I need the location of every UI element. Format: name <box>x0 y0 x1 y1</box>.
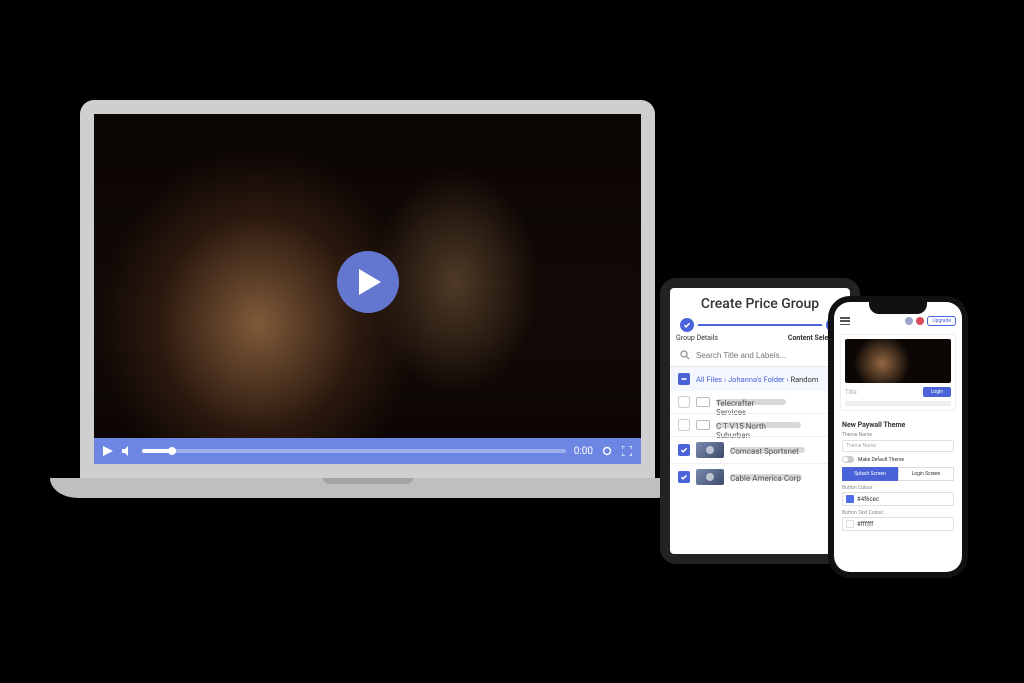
theme-name-label: Theme Name <box>842 432 954 438</box>
button-text-colour-label: Button Text Colour <box>842 510 954 516</box>
seek-track[interactable] <box>142 449 566 453</box>
breadcrumb-root[interactable]: All Files <box>696 375 722 384</box>
paywall-theme-section: New Paywall Theme Theme Name Theme Name … <box>834 417 962 535</box>
page-title: Create Price Group <box>670 288 850 316</box>
laptop-device: 0:00 <box>80 100 655 498</box>
item-label: Cable America Corp <box>730 474 802 480</box>
item-label: Comcast Sportsnet <box>730 447 805 453</box>
preview-placeholder-line <box>845 401 951 406</box>
section-title: New Paywall Theme <box>842 421 954 429</box>
row-checkbox[interactable] <box>678 396 690 408</box>
row-checkbox[interactable] <box>678 419 690 431</box>
folder-icon <box>696 397 710 407</box>
phone-header: Upgrade <box>834 314 962 328</box>
play-icon <box>359 269 381 295</box>
time-elapsed: 0:00 <box>574 446 593 457</box>
status-dot-icon <box>905 317 913 325</box>
list-item[interactable]: Comcast Sportsnet <box>670 436 850 463</box>
search-row <box>670 346 850 366</box>
list-item[interactable]: C T V15 North Suburban <box>670 413 850 436</box>
step-connector <box>698 324 822 326</box>
play-button[interactable] <box>337 251 399 313</box>
default-theme-toggle[interactable] <box>842 456 854 463</box>
button-colour-input[interactable]: #4f6cec <box>842 492 954 506</box>
preview-thumbnail <box>845 339 951 383</box>
select-all-checkbox[interactable] <box>678 373 690 385</box>
breadcrumb: All Files › Johanna's Folder › Random <box>670 367 850 391</box>
upgrade-button[interactable]: Upgrade <box>927 316 956 326</box>
laptop-bezel: 0:00 <box>80 100 655 478</box>
tablet-screen: Create Price Group 2 Group Details Conte… <box>670 288 850 554</box>
fullscreen-icon[interactable] <box>621 445 633 457</box>
list-item[interactable]: Telecrafter Services <box>670 391 850 413</box>
breadcrumb-current: Random <box>790 375 818 384</box>
row-checkbox[interactable] <box>678 444 690 456</box>
preview-card: Title Login <box>840 334 956 411</box>
laptop-base <box>50 478 685 498</box>
default-theme-label: Make Default Theme <box>858 457 904 463</box>
volume-icon[interactable] <box>122 445 134 457</box>
play-small-icon[interactable] <box>102 445 114 457</box>
video-thumbnail <box>696 469 724 485</box>
row-checkbox[interactable] <box>678 471 690 483</box>
phone-device: Upgrade Title Login New Paywall Theme Th… <box>828 296 968 578</box>
breadcrumb-folder[interactable]: Johanna's Folder <box>728 375 784 384</box>
button-colour-value: #4f6cec <box>857 496 879 503</box>
colour-swatch <box>846 520 854 528</box>
tab-splash[interactable]: Splash Screen <box>842 467 898 481</box>
screen-tabs: Splash Screen Login Screen <box>842 467 954 481</box>
tab-login[interactable]: Login Screen <box>898 467 954 481</box>
item-label: Telecrafter Services <box>716 399 786 405</box>
button-colour-label: Button Colour <box>842 485 954 491</box>
button-text-colour-value: #ffffff <box>857 521 873 528</box>
step-one-dot[interactable] <box>680 318 694 332</box>
preview-title-label: Title <box>845 389 857 396</box>
login-button[interactable]: Login <box>923 387 951 397</box>
video-player: 0:00 <box>94 114 641 464</box>
video-thumbnail <box>696 442 724 458</box>
settings-icon[interactable] <box>601 445 613 457</box>
notification-dot-icon <box>916 317 924 325</box>
button-text-colour-input[interactable]: #ffffff <box>842 517 954 531</box>
theme-name-input[interactable]: Theme Name <box>842 440 954 452</box>
item-label: C T V15 North Suburban <box>716 422 801 428</box>
video-controls: 0:00 <box>94 438 641 464</box>
menu-icon[interactable] <box>840 317 850 325</box>
search-icon <box>680 350 690 360</box>
phone-notch <box>869 302 927 314</box>
step-one-label: Group Details <box>676 334 718 342</box>
list-item[interactable]: Cable America Corp <box>670 463 850 490</box>
colour-swatch <box>846 495 854 503</box>
phone-screen: Upgrade Title Login New Paywall Theme Th… <box>834 302 962 572</box>
stepper: 2 <box>670 316 850 334</box>
search-input[interactable] <box>696 351 840 360</box>
step-labels: Group Details Content Selection <box>670 334 850 346</box>
seek-knob[interactable] <box>168 447 176 455</box>
folder-icon <box>696 420 710 430</box>
